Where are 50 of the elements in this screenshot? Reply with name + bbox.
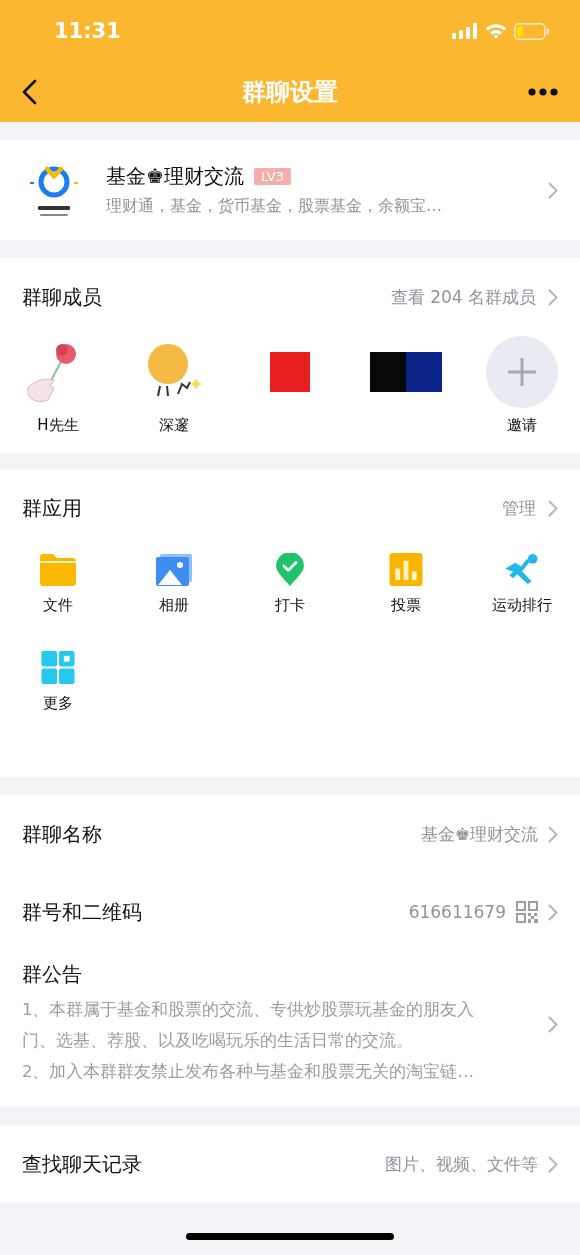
app-item[interactable]: 投票 [348, 553, 464, 615]
section-title: 群应用 [22, 494, 83, 522]
battery-icon [514, 22, 550, 40]
app-item[interactable]: 更多 [0, 651, 116, 713]
location-check-icon [274, 553, 306, 586]
chevron-icon [548, 903, 558, 921]
wifi-icon [485, 23, 507, 39]
chevron-icon [548, 1015, 558, 1033]
folder-icon [40, 554, 76, 586]
status-time: 11:31 [54, 19, 121, 43]
image-icon [156, 554, 192, 586]
level-badge: LV3 [253, 168, 291, 185]
search-history-row[interactable]: 查找聊天记录 图片、视频、文件等 [0, 1125, 580, 1203]
chevron-icon [548, 825, 558, 843]
row-value: 616611679 [408, 902, 506, 922]
section-title: 群聊成员 [22, 283, 103, 311]
notice-text: 2、加入本群群友禁止发布各种与基金和股票无关的淘宝链… [22, 1061, 475, 1083]
row-label: 查找聊天记录 [22, 1150, 143, 1178]
row-value: 图片、视频、文件等 [385, 1152, 538, 1176]
group-card[interactable]: 基金♚理财交流 LV3 理财通，基金，货币基金，股票基金，余额宝… [0, 140, 580, 240]
notice-text: 1、本群属于基金和股票的交流、专供炒股票玩基金的朋友入 [22, 999, 476, 1021]
group-description: 理财通，基金，货币基金，股票基金，余额宝… [106, 196, 443, 217]
bar-chart-icon [389, 553, 423, 586]
group-name: 基金♚理财交流 [106, 163, 244, 190]
app-item[interactable]: 运动排行 [464, 553, 580, 615]
row-value: 基金♚理财交流 [420, 822, 538, 846]
app-item[interactable]: 文件 [0, 553, 116, 615]
chevron-icon [548, 499, 558, 517]
chevron-icon [548, 1155, 558, 1173]
settings-row[interactable]: 群聊名称 基金♚理财交流 [0, 795, 580, 873]
qr-code-icon [516, 901, 538, 923]
grid-icon [41, 651, 75, 684]
chevron-icon [548, 288, 558, 306]
notice-text: 门、选基、荐股、以及吃喝玩乐的生活日常的交流。 [22, 1030, 414, 1052]
app-item[interactable]: 打卡 [232, 553, 348, 615]
member-name: 邀请 [507, 416, 537, 435]
chevron-icon [548, 181, 558, 199]
settings-row[interactable]: 群号和二维码 616611679 [0, 873, 580, 951]
row-label: 群号和二维码 [22, 898, 143, 926]
settings-row[interactable]: 群公告 1、本群属于基金和股票的交流、专供炒股票玩基金的朋友入 门、选基、荐股、以及吃喝玩乐的生活日常的交流。 2、加入本群群友禁止发布各种与基金和股票无关的淘宝链… [0, 951, 580, 1099]
row-label: 群聊名称 [22, 820, 103, 848]
member-name: 深邃 [159, 416, 189, 435]
row-label: 群公告 [22, 961, 83, 988]
more-icon[interactable] [528, 88, 558, 96]
back-icon[interactable] [22, 79, 38, 105]
page-title: 群聊设置 [242, 77, 338, 108]
invite-button[interactable] [486, 336, 558, 408]
member-name: H先生 [37, 416, 79, 435]
signal-icon [452, 23, 478, 39]
app-item[interactable]: 相册 [116, 553, 232, 615]
